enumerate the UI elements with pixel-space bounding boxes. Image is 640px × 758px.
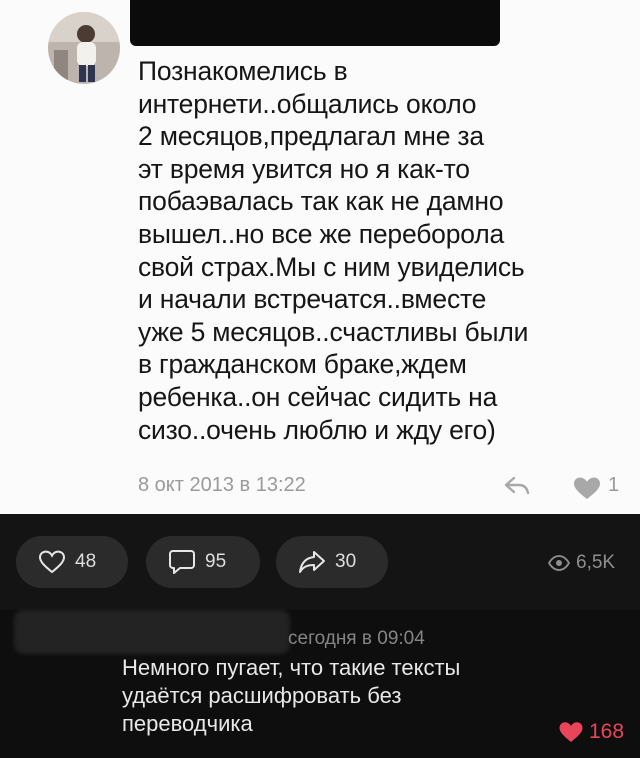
views-count: 6,5K — [576, 552, 616, 573]
shares-count: 30 — [335, 551, 357, 572]
action-bar: 48 95 30 6,5K — [0, 514, 640, 610]
comment-text: Немного пугает, что такие тексты удаётся… — [122, 655, 461, 736]
comment: сегодня в 09:04 Немного пугает, что таки… — [0, 610, 640, 758]
post-like-count: 1 — [608, 474, 620, 496]
comments-button[interactable]: 95 — [146, 536, 260, 588]
like-button[interactable]: 48 — [16, 536, 128, 588]
share-button[interactable]: 30 — [276, 536, 388, 588]
comment-like-button[interactable]: 168 — [558, 720, 624, 744]
avatar[interactable] — [48, 12, 120, 84]
heart-outline-icon — [38, 550, 66, 574]
post-text: Познакомелись в интернети..общались окол… — [138, 56, 529, 445]
post-card: Познакомелись в интернети..общались окол… — [0, 0, 640, 514]
likes-count: 48 — [75, 551, 97, 572]
author-name-redaction — [130, 0, 500, 46]
heart-icon[interactable] — [572, 476, 602, 500]
heart-icon — [559, 722, 583, 742]
comment-like-count: 168 — [589, 720, 625, 743]
comments-count: 95 — [205, 551, 227, 572]
eye-icon — [548, 555, 570, 571]
commenter-name-redaction — [14, 610, 290, 654]
reply-icon[interactable] — [502, 474, 530, 496]
post-date[interactable]: 8 окт 2013 в 13:22 — [138, 474, 306, 497]
comment-icon — [169, 550, 195, 574]
comment-time: сегодня в 09:04 — [288, 628, 425, 649]
share-icon — [299, 551, 325, 573]
views-counter: 6,5K — [548, 552, 615, 574]
